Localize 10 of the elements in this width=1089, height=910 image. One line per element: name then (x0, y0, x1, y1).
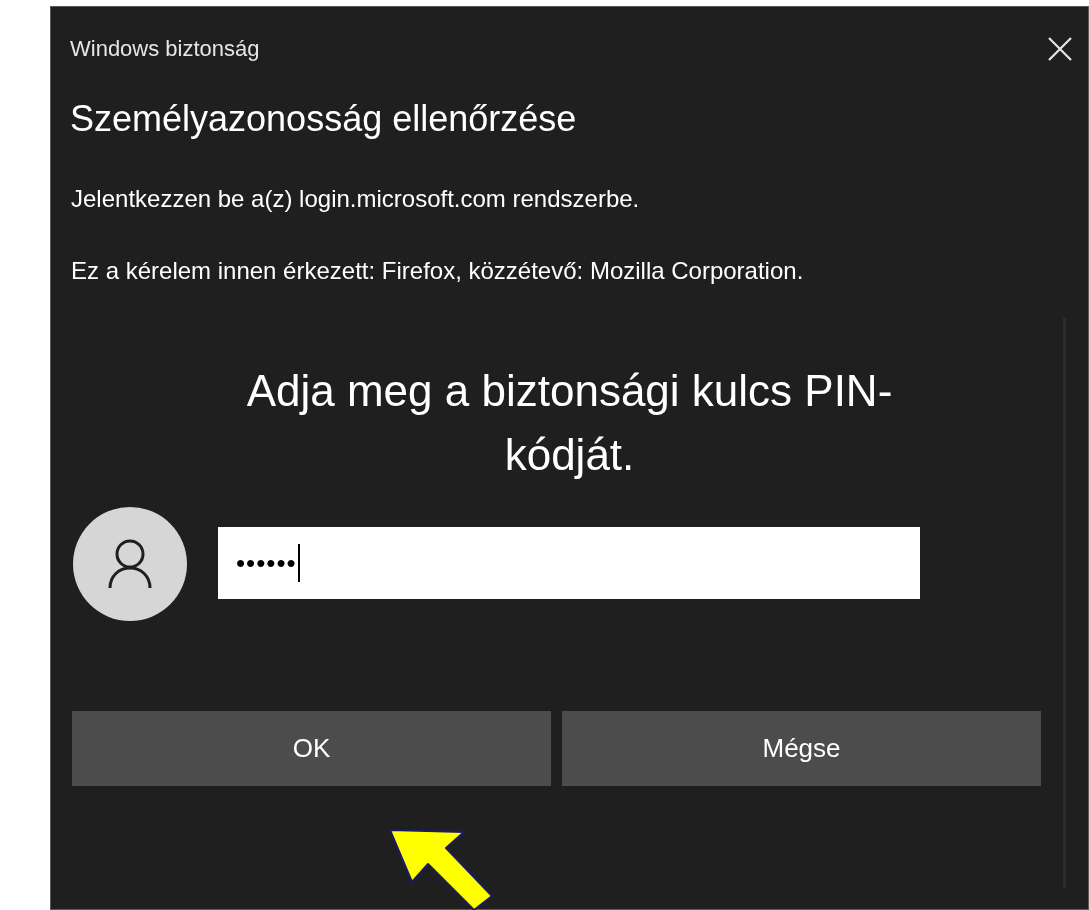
pin-field[interactable]: •••••• (218, 527, 920, 599)
message-text: Jelentkezzen be a(z) login.microsoft.com rendszerbe. (71, 184, 641, 214)
pin-prompt: Adja meg a biztonsági kulcs PIN-kódját. (245, 365, 894, 481)
window-title: Windows biztonság (70, 35, 260, 63)
person-icon (107, 538, 153, 590)
dialog-heading: Személyazonosság ellenőrzése (69, 97, 578, 141)
dialog-button[interactable]: OK (72, 711, 551, 786)
close-icon (1047, 36, 1073, 62)
message-text: Ez a kérelem innen érkezett: Firefox, közzétevő: Mozilla Corporation. (71, 256, 805, 286)
dialog-button[interactable]: Mégse (562, 711, 1041, 786)
